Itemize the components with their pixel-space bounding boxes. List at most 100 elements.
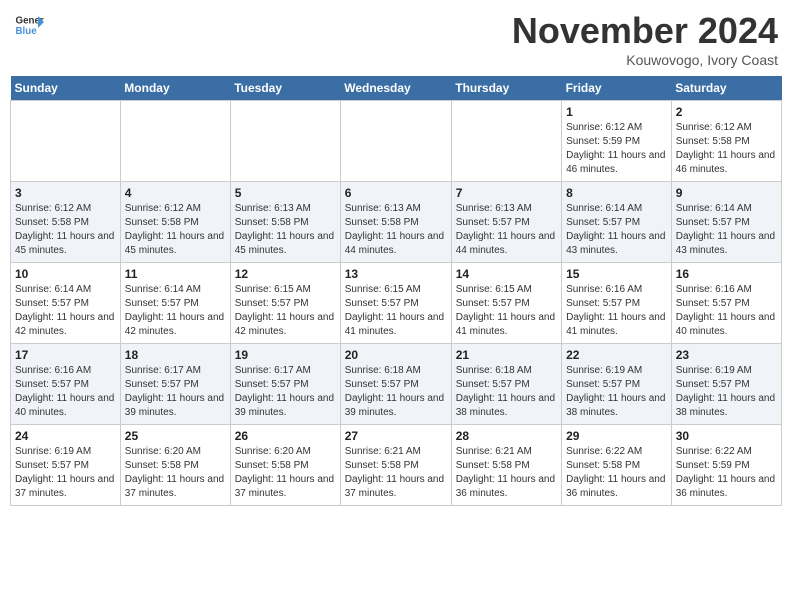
calendar-cell: 23 Sunrise: 6:19 AMSunset: 5:57 PMDayligh… xyxy=(671,344,781,425)
calendar-cell: 26 Sunrise: 6:20 AMSunset: 5:58 PMDayligh… xyxy=(230,425,340,506)
calendar-cell: 21Sunrise: 6:18 AMSunset: 5:57 PMDayligh… xyxy=(451,344,561,425)
calendar-cell: 27Sunrise: 6:21 AMSunset: 5:58 PMDayligh… xyxy=(340,425,451,506)
day-number: 7 xyxy=(456,186,557,200)
logo-icon: General Blue xyxy=(14,10,44,40)
calendar-cell: 30 Sunrise: 6:22 AMSunset: 5:59 PMDayligh… xyxy=(671,425,781,506)
day-info: Sunrise: 6:19 AMSunset: 5:57 PMDaylight:… xyxy=(676,364,777,420)
day-info: Sunrise: 6:14 AMSunset: 5:57 PMDaylight:… xyxy=(15,283,116,339)
calendar-cell xyxy=(451,101,561,182)
weekday-header-wednesday: Wednesday xyxy=(340,76,451,101)
day-number: 13 xyxy=(345,267,447,281)
calendar-cell: 4Sunrise: 6:12 AMSunset: 5:58 PMDaylight… xyxy=(120,182,230,263)
calendar-cell: 2Sunrise: 6:12 AMSunset: 5:58 PMDaylight… xyxy=(671,101,781,182)
day-info: Sunrise: 6:18 AMSunset: 5:57 PMDaylight:… xyxy=(345,364,447,420)
calendar-cell xyxy=(11,101,121,182)
calendar-cell: 7 Sunrise: 6:13 AMSunset: 5:57 PMDaylight… xyxy=(451,182,561,263)
calendar-cell: 22Sunrise: 6:19 AMSunset: 5:57 PMDayligh… xyxy=(562,344,672,425)
weekday-header-tuesday: Tuesday xyxy=(230,76,340,101)
calendar-cell xyxy=(230,101,340,182)
logo: General Blue xyxy=(14,10,44,40)
calendar-cell: 18Sunrise: 6:17 AMSunset: 5:57 PMDayligh… xyxy=(120,344,230,425)
calendar-cell: 25 Sunrise: 6:20 AMSunset: 5:58 PMDayligh… xyxy=(120,425,230,506)
day-info: Sunrise: 6:19 AMSunset: 5:57 PMDaylight:… xyxy=(566,364,667,420)
day-number: 29 xyxy=(566,429,667,443)
day-info: Sunrise: 6:15 AMSunset: 5:57 PMDaylight:… xyxy=(235,283,336,339)
calendar-table: SundayMondayTuesdayWednesdayThursdayFrid… xyxy=(10,76,782,506)
weekday-header-monday: Monday xyxy=(120,76,230,101)
calendar-cell: 11 Sunrise: 6:14 AMSunset: 5:57 PMDayligh… xyxy=(120,263,230,344)
day-number: 24 xyxy=(15,429,116,443)
day-info: Sunrise: 6:21 AMSunset: 5:58 PMDaylight:… xyxy=(456,445,557,501)
day-number: 5 xyxy=(235,186,336,200)
weekday-header-thursday: Thursday xyxy=(451,76,561,101)
day-info: Sunrise: 6:16 AMSunset: 5:57 PMDaylight:… xyxy=(15,364,116,420)
calendar-cell: 24 Sunrise: 6:19 AMSunset: 5:57 PMDayligh… xyxy=(11,425,121,506)
day-number: 25 xyxy=(125,429,226,443)
weekday-header-sunday: Sunday xyxy=(11,76,121,101)
day-info: Sunrise: 6:13 AMSunset: 5:58 PMDaylight:… xyxy=(345,202,447,258)
day-info: Sunrise: 6:20 AMSunset: 5:58 PMDaylight:… xyxy=(235,445,336,501)
day-number: 17 xyxy=(15,348,116,362)
day-number: 19 xyxy=(235,348,336,362)
calendar-cell: 16 Sunrise: 6:16 AMSunset: 5:57 PMDayligh… xyxy=(671,263,781,344)
day-number: 21 xyxy=(456,348,557,362)
calendar-cell: 14 Sunrise: 6:15 AMSunset: 5:57 PMDayligh… xyxy=(451,263,561,344)
day-info: Sunrise: 6:12 AMSunset: 5:58 PMDaylight:… xyxy=(15,202,116,258)
header: General Blue November 2024 Kouwovogo, Iv… xyxy=(10,10,782,68)
day-info: Sunrise: 6:22 AMSunset: 5:59 PMDaylight:… xyxy=(676,445,777,501)
day-info: Sunrise: 6:21 AMSunset: 5:58 PMDaylight:… xyxy=(345,445,447,501)
day-number: 2 xyxy=(676,105,777,119)
calendar-cell: 5 Sunrise: 6:13 AMSunset: 5:58 PMDaylight… xyxy=(230,182,340,263)
day-info: Sunrise: 6:17 AMSunset: 5:57 PMDaylight:… xyxy=(235,364,336,420)
weekday-header-saturday: Saturday xyxy=(671,76,781,101)
day-number: 10 xyxy=(15,267,116,281)
weekday-header-friday: Friday xyxy=(562,76,672,101)
week-row-4: 17 Sunrise: 6:16 AMSunset: 5:57 PMDayligh… xyxy=(11,344,782,425)
week-row-3: 10 Sunrise: 6:14 AMSunset: 5:57 PMDayligh… xyxy=(11,263,782,344)
day-info: Sunrise: 6:17 AMSunset: 5:57 PMDaylight:… xyxy=(125,364,226,420)
day-info: Sunrise: 6:14 AMSunset: 5:57 PMDaylight:… xyxy=(125,283,226,339)
calendar-cell: 3Sunrise: 6:12 AMSunset: 5:58 PMDaylight… xyxy=(11,182,121,263)
title-area: November 2024 Kouwovogo, Ivory Coast xyxy=(512,10,778,68)
calendar-cell: 6 Sunrise: 6:13 AMSunset: 5:58 PMDaylight… xyxy=(340,182,451,263)
week-row-5: 24 Sunrise: 6:19 AMSunset: 5:57 PMDayligh… xyxy=(11,425,782,506)
calendar-cell: 10 Sunrise: 6:14 AMSunset: 5:57 PMDayligh… xyxy=(11,263,121,344)
calendar-cell: 29 Sunrise: 6:22 AMSunset: 5:58 PMDayligh… xyxy=(562,425,672,506)
day-number: 1 xyxy=(566,105,667,119)
calendar-cell: 15 Sunrise: 6:16 AMSunset: 5:57 PMDayligh… xyxy=(562,263,672,344)
calendar-cell: 28 Sunrise: 6:21 AMSunset: 5:58 PMDayligh… xyxy=(451,425,561,506)
day-number: 16 xyxy=(676,267,777,281)
calendar-cell: 20Sunrise: 6:18 AMSunset: 5:57 PMDayligh… xyxy=(340,344,451,425)
calendar-cell: 1 Sunrise: 6:12 AMSunset: 5:59 PMDaylight… xyxy=(562,101,672,182)
day-info: Sunrise: 6:13 AMSunset: 5:57 PMDaylight:… xyxy=(456,202,557,258)
day-info: Sunrise: 6:13 AMSunset: 5:58 PMDaylight:… xyxy=(235,202,336,258)
day-info: Sunrise: 6:20 AMSunset: 5:58 PMDaylight:… xyxy=(125,445,226,501)
day-number: 9 xyxy=(676,186,777,200)
location-subtitle: Kouwovogo, Ivory Coast xyxy=(512,52,778,68)
day-number: 23 xyxy=(676,348,777,362)
day-number: 15 xyxy=(566,267,667,281)
day-number: 14 xyxy=(456,267,557,281)
day-number: 28 xyxy=(456,429,557,443)
week-row-1: 1 Sunrise: 6:12 AMSunset: 5:59 PMDaylight… xyxy=(11,101,782,182)
day-number: 26 xyxy=(235,429,336,443)
day-info: Sunrise: 6:16 AMSunset: 5:57 PMDaylight:… xyxy=(676,283,777,339)
day-info: Sunrise: 6:12 AMSunset: 5:59 PMDaylight:… xyxy=(566,121,667,177)
day-info: Sunrise: 6:14 AMSunset: 5:57 PMDaylight:… xyxy=(566,202,667,258)
month-title: November 2024 xyxy=(512,10,778,52)
day-info: Sunrise: 6:22 AMSunset: 5:58 PMDaylight:… xyxy=(566,445,667,501)
calendar-cell: 9 Sunrise: 6:14 AMSunset: 5:57 PMDaylight… xyxy=(671,182,781,263)
day-info: Sunrise: 6:16 AMSunset: 5:57 PMDaylight:… xyxy=(566,283,667,339)
day-info: Sunrise: 6:14 AMSunset: 5:57 PMDaylight:… xyxy=(676,202,777,258)
day-info: Sunrise: 6:15 AMSunset: 5:57 PMDaylight:… xyxy=(456,283,557,339)
day-number: 4 xyxy=(125,186,226,200)
day-info: Sunrise: 6:19 AMSunset: 5:57 PMDaylight:… xyxy=(15,445,116,501)
calendar-cell: 13Sunrise: 6:15 AMSunset: 5:57 PMDayligh… xyxy=(340,263,451,344)
day-number: 30 xyxy=(676,429,777,443)
day-number: 12 xyxy=(235,267,336,281)
day-number: 11 xyxy=(125,267,226,281)
day-number: 6 xyxy=(345,186,447,200)
calendar-cell: 17 Sunrise: 6:16 AMSunset: 5:57 PMDayligh… xyxy=(11,344,121,425)
week-row-2: 3Sunrise: 6:12 AMSunset: 5:58 PMDaylight… xyxy=(11,182,782,263)
calendar-cell: 12 Sunrise: 6:15 AMSunset: 5:57 PMDayligh… xyxy=(230,263,340,344)
